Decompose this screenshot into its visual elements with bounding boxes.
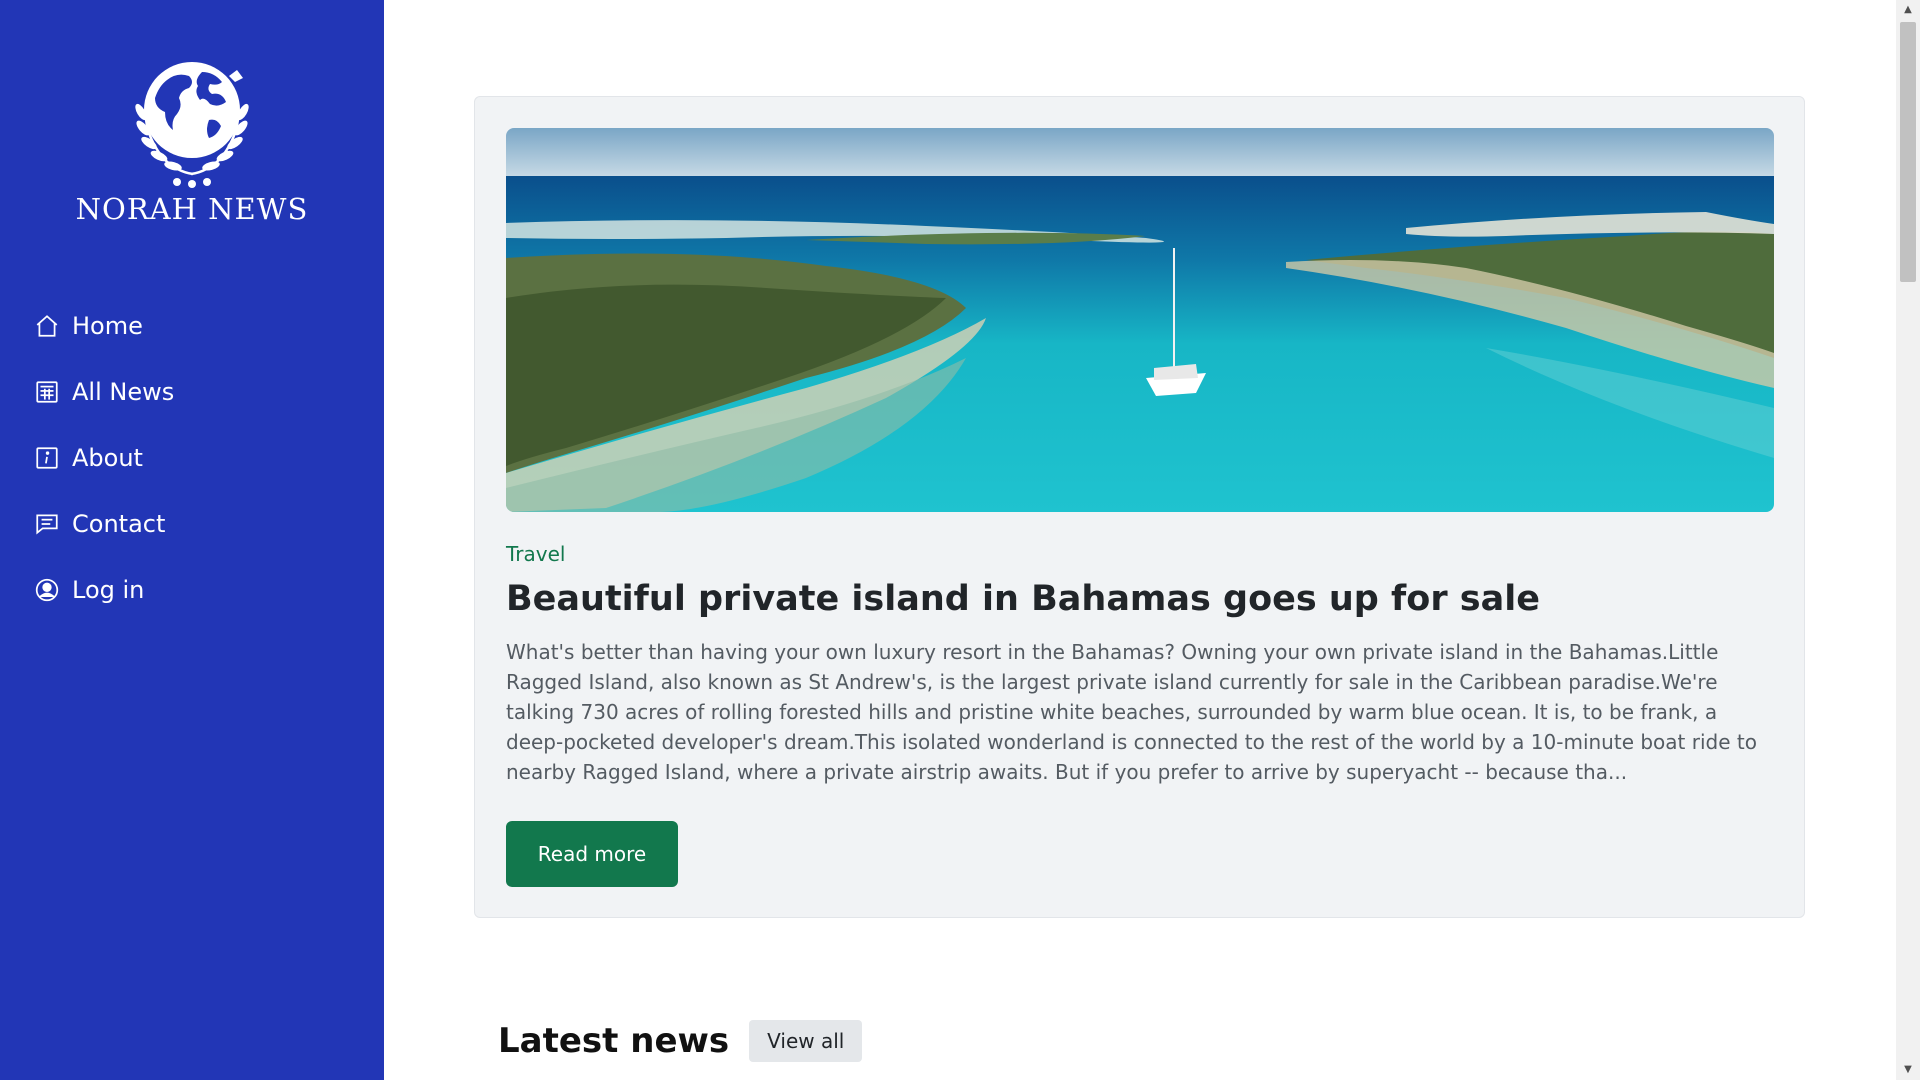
nav-label: Home	[72, 312, 143, 340]
featured-article-card: Travel Beautiful private island in Baham…	[474, 96, 1805, 918]
latest-news-header: Latest news View all	[498, 1020, 863, 1062]
nav-label: Contact	[72, 510, 166, 538]
scroll-thumb[interactable]	[1900, 22, 1916, 282]
main-nav: Home All News About Contact Log in	[34, 293, 364, 623]
nav-label: About	[72, 444, 143, 472]
read-more-button[interactable]: Read more	[506, 821, 678, 887]
scroll-down-arrow-icon[interactable]: ▼	[1896, 1060, 1920, 1080]
scroll-up-arrow-icon[interactable]: ▲	[1896, 0, 1920, 20]
info-icon	[34, 445, 60, 471]
chat-icon	[34, 511, 60, 537]
nav-item-contact[interactable]: Contact	[34, 491, 364, 557]
article-excerpt: What's better than having your own luxur…	[506, 640, 1757, 784]
featured-image[interactable]	[506, 128, 1774, 512]
nav-label: All News	[72, 378, 175, 406]
newspaper-icon	[34, 379, 60, 405]
nav-item-login[interactable]: Log in	[34, 557, 364, 623]
nav-item-all-news[interactable]: All News	[34, 359, 364, 425]
globe-laurel-icon	[135, 62, 249, 188]
article-title[interactable]: Beautiful private island in Bahamas goes…	[506, 579, 1774, 619]
home-icon	[34, 313, 60, 339]
user-circle-icon	[34, 577, 60, 603]
article-category[interactable]: Travel	[506, 542, 565, 566]
main-content: Travel Beautiful private island in Baham…	[384, 0, 1896, 1080]
brand-name: NORAH NEWS	[75, 192, 309, 226]
nav-label: Log in	[72, 576, 145, 604]
view-all-button[interactable]: View all	[749, 1020, 863, 1062]
nav-item-about[interactable]: About	[34, 425, 364, 491]
island-aerial-illustration	[506, 128, 1774, 512]
latest-news-title: Latest news	[498, 1021, 730, 1061]
sidebar: NORAH NEWS Home All News About Contact L…	[0, 0, 384, 1080]
vertical-scrollbar[interactable]: ▲ ▼	[1896, 0, 1920, 1080]
brand-logo[interactable]: NORAH NEWS	[0, 40, 384, 240]
nav-item-home[interactable]: Home	[34, 293, 364, 359]
